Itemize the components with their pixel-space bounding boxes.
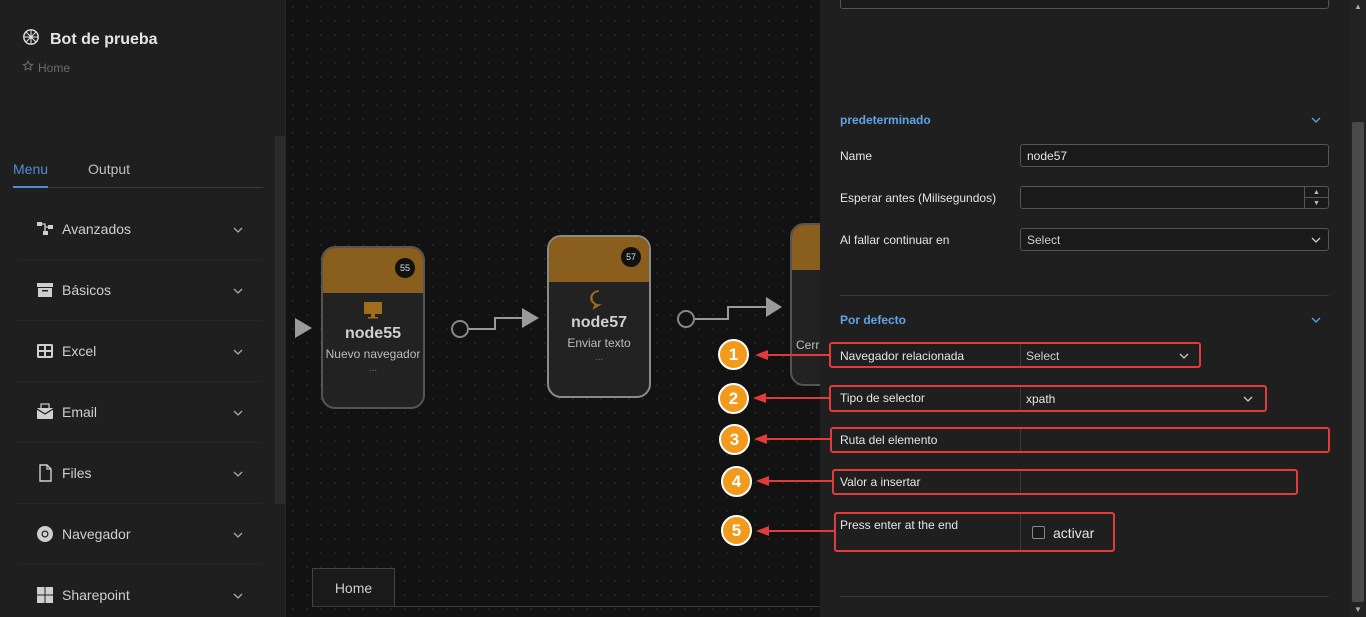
- sidebar-item-files[interactable]: Files: [17, 443, 262, 504]
- sidebar-item-email[interactable]: Email: [17, 382, 262, 443]
- name-label: Name: [840, 149, 873, 163]
- sidebar-item-label: Email: [62, 404, 98, 420]
- section-title-por-defecto[interactable]: Por defecto: [840, 313, 906, 327]
- chevron-down-icon: [232, 528, 244, 540]
- archive-icon: [36, 281, 54, 299]
- node-more: ...: [368, 363, 378, 374]
- chevron-down-icon: [232, 406, 244, 418]
- scroll-up-icon[interactable]: ▲: [1354, 2, 1362, 11]
- sidebar-item-sharepoint[interactable]: Sharepoint: [17, 565, 262, 617]
- wait-label: Esperar antes (Milisegundos): [840, 191, 997, 205]
- node-more: ...: [594, 352, 604, 363]
- wheel-icon: [22, 28, 40, 51]
- sidebar-item-avanzados[interactable]: Avanzados: [17, 199, 262, 260]
- divider: [840, 596, 1329, 597]
- section-title-predeterminado[interactable]: predeterminado: [840, 113, 931, 127]
- sidebar-item-label: Excel: [62, 343, 97, 359]
- monitor-icon: [323, 299, 423, 323]
- sidebar-tabs: Menu Output: [13, 158, 263, 188]
- chevron-down-icon: [1310, 234, 1322, 246]
- annotation-number: 3: [719, 424, 750, 455]
- output-port[interactable]: [451, 320, 469, 338]
- chat-icon: [549, 288, 649, 312]
- bot-title: Bot de prueba: [22, 28, 158, 51]
- spin-down-icon[interactable]: ▼: [1305, 198, 1328, 208]
- chevron-down-icon: [232, 467, 244, 479]
- scroll-thumb[interactable]: [1352, 122, 1364, 602]
- tab-output[interactable]: Output: [88, 158, 130, 188]
- sidebar-item-label: Básicos: [62, 282, 112, 298]
- bot-title-text: Bot de prueba: [50, 30, 158, 48]
- node-subtitle: Enviar texto: [567, 336, 631, 350]
- chrome-icon: [36, 525, 54, 543]
- flow-node[interactable]: 57 node57 Enviar texto ...: [547, 235, 651, 398]
- scroll-down-icon[interactable]: ▼: [1354, 605, 1362, 614]
- annotation-box: [832, 469, 1298, 495]
- description-textarea[interactable]: [840, 0, 1329, 9]
- sidebar-item-basicos[interactable]: Básicos: [17, 260, 262, 321]
- windows-icon: [36, 586, 54, 604]
- sidebar-item-navegador[interactable]: Navegador: [17, 504, 262, 565]
- annotation-number: 2: [718, 383, 749, 414]
- sidebar-item-label: Avanzados: [62, 221, 132, 237]
- chevron-down-icon: [232, 345, 244, 357]
- tab-menu[interactable]: Menu: [13, 158, 49, 188]
- onfail-select[interactable]: Select: [1020, 228, 1329, 251]
- chevron-down-icon: [232, 223, 244, 235]
- number-spinner[interactable]: ▲ ▼: [1304, 187, 1328, 208]
- spin-up-icon[interactable]: ▲: [1305, 187, 1328, 198]
- file-icon: [36, 464, 54, 482]
- wait-field[interactable]: [1020, 186, 1329, 209]
- breadcrumb-home: Home: [38, 60, 71, 75]
- annotation-number: 4: [721, 466, 752, 497]
- sidebar-item-label: Sharepoint: [62, 587, 130, 603]
- node-badge: 57: [621, 247, 641, 267]
- table-icon: [36, 342, 54, 360]
- divider: [840, 295, 1329, 296]
- divider: [312, 606, 820, 607]
- tab-home[interactable]: Home: [312, 568, 395, 607]
- node-badge: 55: [395, 258, 415, 278]
- node-header: 55: [323, 248, 423, 293]
- annotation-box: [834, 512, 1115, 552]
- email-icon: [36, 403, 54, 421]
- node-name: node55: [344, 325, 401, 342]
- annotation-number: 1: [718, 339, 749, 370]
- annotation-number: 5: [721, 515, 752, 546]
- sidebar-item-label: Files: [62, 465, 92, 481]
- sidebar: Bot de prueba Home Menu Output Avanzados…: [0, 0, 286, 617]
- name-field[interactable]: [1020, 144, 1329, 167]
- annotation-box: [830, 427, 1330, 453]
- menu-list: Avanzados Básicos Excel Email Files Nave…: [17, 199, 262, 617]
- sidebar-scrollbar[interactable]: [275, 136, 285, 504]
- annotation-box: [829, 342, 1201, 368]
- annotation-box: [829, 385, 1267, 412]
- node-subtitle: Nuevo navegador: [325, 347, 421, 361]
- flow-node[interactable]: 55 node55 Nuevo navegador ...: [321, 246, 425, 409]
- sidebar-item-label: Navegador: [62, 526, 131, 542]
- flow-icon: [36, 220, 54, 238]
- onfail-select-value: Select: [1027, 232, 1061, 247]
- output-port[interactable]: [677, 310, 695, 328]
- breadcrumb[interactable]: Home: [22, 59, 71, 75]
- node-header: 57: [549, 237, 649, 282]
- chevron-down-icon: [232, 589, 244, 601]
- sidebar-item-excel[interactable]: Excel: [17, 321, 262, 382]
- star-icon: [22, 59, 34, 75]
- node-name: node57: [570, 314, 627, 331]
- onfail-label: Al fallar continuar en: [840, 233, 950, 247]
- panel-scrollbar[interactable]: ▲ ▼: [1350, 0, 1366, 617]
- chevron-down-icon[interactable]: [1310, 313, 1322, 325]
- chevron-down-icon[interactable]: [1310, 113, 1322, 125]
- chevron-down-icon: [232, 284, 244, 296]
